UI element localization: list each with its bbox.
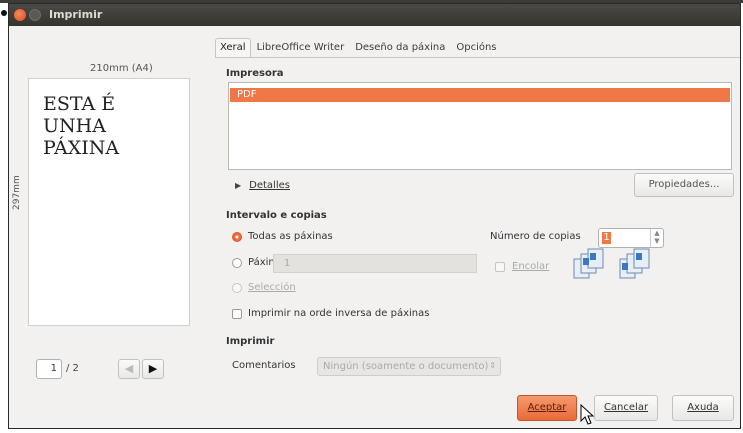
spin-arrows-icon[interactable]: ▲ ▼	[650, 229, 663, 247]
paper-width-label: 210mm (A4)	[90, 63, 153, 74]
pages-radio[interactable]	[232, 258, 242, 268]
preview-text: ESTA É UNHA PÁXINA	[43, 93, 120, 159]
ok-button[interactable]: Aceptar	[517, 395, 577, 421]
tab-options[interactable]: Opcións	[451, 38, 501, 58]
range-section-title: Intervalo e copias	[226, 210, 327, 221]
tab-libreoffice-writer[interactable]: LibreOffice Writer	[252, 38, 350, 58]
tab-bar: Xeral LibreOffice Writer Deseño da páxin…	[215, 38, 503, 58]
window-title: Imprimir	[49, 8, 103, 21]
collate-pages-icon	[573, 248, 604, 279]
next-page-button[interactable]: ▶	[142, 359, 164, 379]
bullet-dot	[1, 10, 7, 16]
mouse-cursor-icon	[580, 404, 595, 425]
paper-height-label: 297mm	[12, 175, 22, 210]
page-preview: ESTA É UNHA PÁXINA	[28, 78, 190, 326]
all-pages-label: Todas as páxinas	[248, 231, 333, 242]
details-expander[interactable]: ▶ Detalles	[235, 180, 290, 191]
tab-general[interactable]: Xeral	[215, 38, 251, 58]
collate-label: Encolar	[512, 261, 550, 272]
page-number-input[interactable]: 1	[36, 359, 62, 379]
comments-value: Ningún (soamente o documento)	[323, 361, 489, 372]
close-button[interactable]	[14, 9, 26, 21]
details-label: Detalles	[249, 180, 290, 191]
printer-section-title: Impresora	[226, 68, 284, 79]
tab-page-layout[interactable]: Deseño da páxina	[350, 38, 450, 58]
previous-page-button[interactable]: ◀	[118, 359, 140, 379]
expander-triangle-icon: ▶	[235, 181, 242, 190]
copies-value: 1	[602, 232, 611, 244]
pages-range-input[interactable]: 1	[273, 254, 477, 273]
select-arrows-icon: ⇕	[489, 361, 496, 370]
help-button[interactable]: Axuda	[672, 395, 734, 421]
collate-checkbox[interactable]	[495, 262, 505, 272]
comments-select[interactable]: Ningún (soamente o documento) ⇕	[317, 357, 501, 376]
title-bar: Imprimir	[9, 4, 740, 26]
printer-item-pdf[interactable]: PDF	[230, 88, 730, 102]
printer-list[interactable]: PDF	[228, 82, 732, 170]
properties-button[interactable]: Propiedades...	[634, 173, 734, 197]
reverse-order-checkbox[interactable]	[232, 309, 242, 319]
print-section-title: Imprimir	[226, 336, 275, 347]
minimize-button[interactable]	[29, 9, 41, 21]
copies-label: Número de copias	[490, 231, 581, 242]
all-pages-radio[interactable]	[232, 232, 242, 242]
comments-label: Comentarios	[232, 360, 296, 371]
selection-radio[interactable]	[232, 283, 242, 293]
selection-label: Selección	[248, 282, 296, 293]
reverse-order-label: Imprimir na orde inversa de páxinas	[248, 308, 430, 319]
page-total: / 2	[66, 363, 79, 374]
copies-spinner[interactable]: 1 ▲ ▼	[598, 228, 664, 248]
uncollated-pages-icon	[619, 248, 650, 279]
arrow-left-icon: ◀	[124, 362, 134, 375]
cancel-button[interactable]: Cancelar	[594, 395, 658, 421]
arrow-right-icon: ▶	[148, 362, 158, 375]
